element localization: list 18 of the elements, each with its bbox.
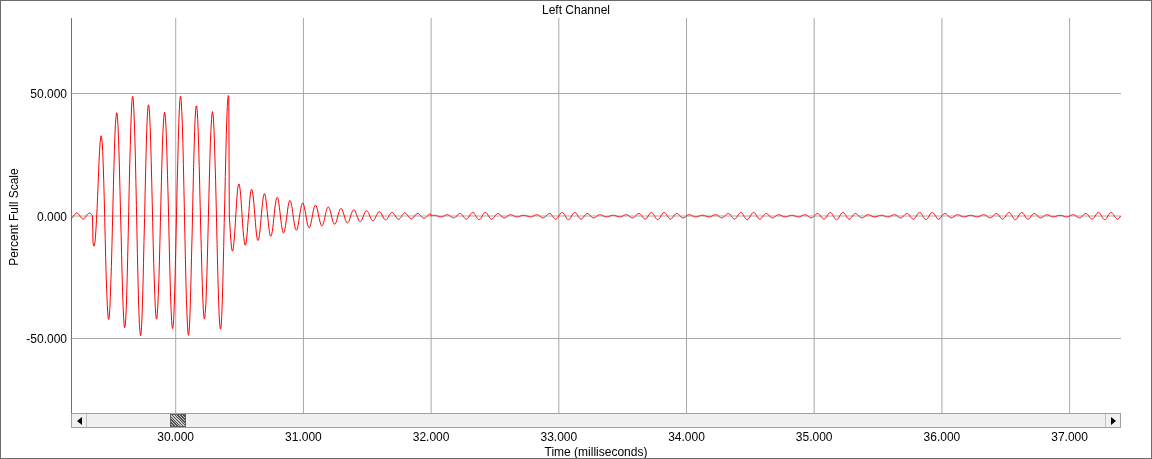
chart-title: Left Channel [541,1,611,19]
x-tick-label: 31.000 [284,430,323,444]
x-tick-label: 32.000 [411,430,451,444]
y-tick-label: 50.000 [30,87,67,101]
x-tick-label: 36.000 [922,430,962,444]
x-tick-label: 33.000 [539,430,579,444]
x-tick-label: 30.000 [156,430,196,444]
left-triangle-icon [76,416,82,425]
y-axis-label: Percent Full Scale [6,167,22,268]
horizontal-scrollbar[interactable] [71,413,1121,428]
x-axis-label: Time (milliseconds) [544,446,648,458]
y-tick-label: 0.000 [36,209,67,224]
x-tick-label: 34.000 [667,430,706,444]
y-tick-label: -50.000 [26,332,67,346]
right-triangle-icon [1110,416,1116,425]
x-tick-label: 37.000 [1050,430,1089,444]
x-tick-label: 35.000 [794,430,834,444]
scroll-thumb[interactable] [170,414,186,427]
